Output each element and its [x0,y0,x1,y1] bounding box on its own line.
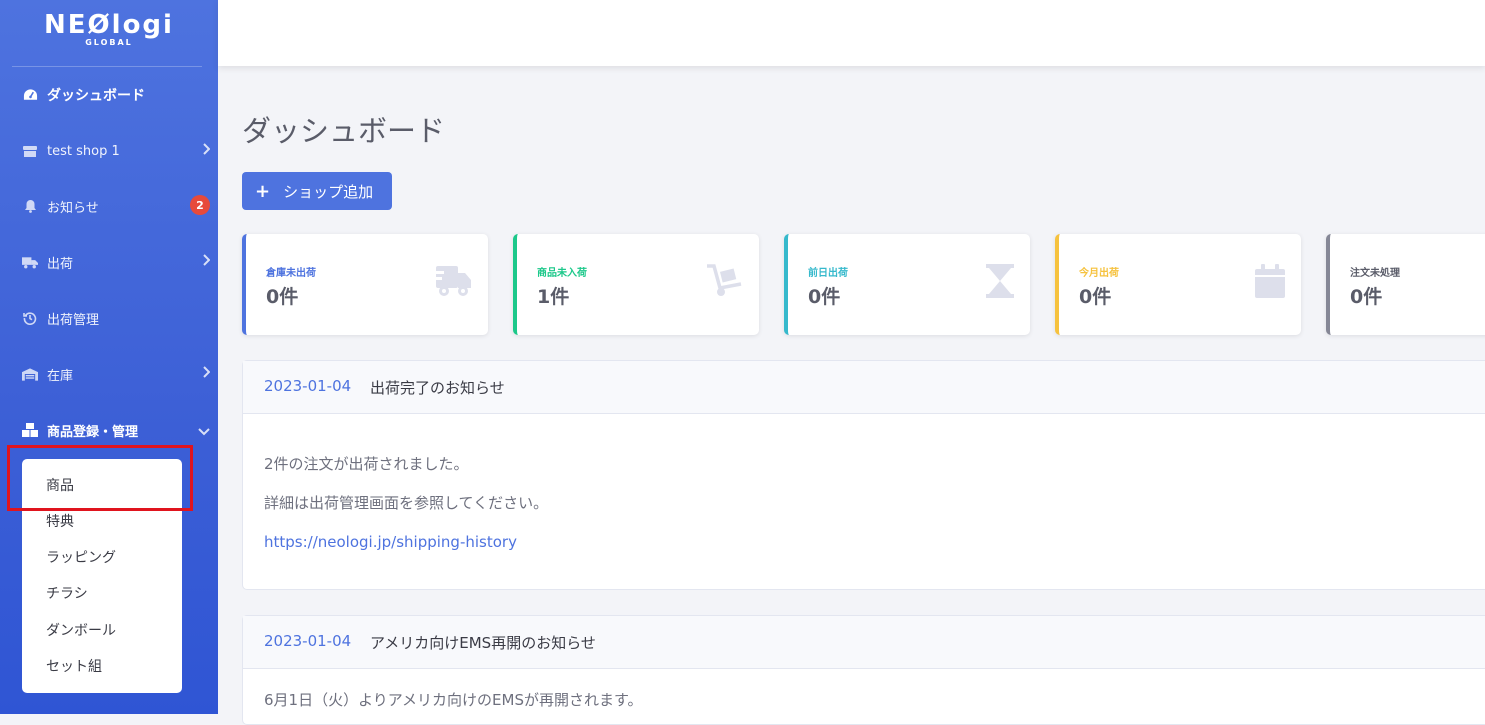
submenu-item-flyers[interactable]: チラシ [46,583,88,603]
brand-sub: GLOBAL [85,38,133,47]
stat-value: 0件 [1350,286,1383,308]
dolly-icon [705,264,743,302]
submenu-item-cardboard[interactable]: ダンボール [46,620,116,640]
truck-icon [22,256,38,269]
topbar [218,0,1485,66]
stat-label: 商品未入荷 [537,268,587,279]
sidebar-item-notices[interactable]: お知らせ 2 [0,186,218,226]
sidebar-item-label: ダッシュボード [47,88,145,104]
history-icon [22,311,38,325]
highlight-box [7,445,193,511]
news-date: 2023-01-04 [264,632,352,650]
stat-card-this-month: 今月出荷 0件 [1055,234,1301,335]
page-title: ダッシュボード [242,114,446,148]
stat-value: 0件 [266,286,299,308]
stat-value: 0件 [808,286,841,308]
sidebar-item-shop[interactable]: test shop 1 [0,131,218,171]
news-link[interactable]: https://neologi.jp/shipping-history [264,533,517,551]
news-title: アメリカ向けEMS再開のお知らせ [370,634,596,652]
news-text: 2件の注文が出荷されました。 [264,455,469,473]
sidebar-divider [12,66,202,67]
stat-label: 今月出荷 [1079,268,1119,279]
sidebar-item-dashboard[interactable]: ダッシュボード [0,75,218,115]
news-panel: 2023-01-04 アメリカ向けEMS再開のお知らせ 6月1日（火）よりアメリ… [242,615,1485,725]
stat-value: 1件 [537,286,570,308]
sidebar-item-label: 出荷 [47,256,74,272]
brand-logo[interactable]: NEØlogi GLOBAL [0,10,218,47]
sidebar-item-products[interactable]: 商品登録・管理 [0,410,218,450]
store-icon [22,145,38,158]
stat-label: 前日出荷 [808,268,848,279]
news-panel: 2023-01-04 出荷完了のお知らせ 2件の注文が出荷されました。 詳細は出… [242,360,1485,590]
news-title: 出荷完了のお知らせ [370,379,505,397]
sidebar-item-shipping-history[interactable]: 出荷管理 [0,298,218,338]
submenu-item-wrapping[interactable]: ラッピング [46,547,116,567]
submenu-item-gifts[interactable]: 特典 [46,511,74,531]
shipping-fast-icon [432,264,472,302]
chevron-right-icon [202,254,211,270]
stat-card-unshipped: 倉庫未出荷 0件 [242,234,488,335]
chevron-right-icon [202,366,211,382]
sidebar-item-inventory[interactable]: 在庫 [0,354,218,394]
hourglass-icon [986,264,1014,302]
stat-label: 倉庫未出荷 [266,268,316,279]
news-text: 6月1日（火）よりアメリカ向けのEMSが再開されます。 [264,691,643,709]
brand-name: NEØlogi [44,10,174,40]
add-shop-label: ショップ追加 [283,182,374,201]
sidebar-item-shipping[interactable]: 出荷 [0,242,218,282]
news-panel-header: 2023-01-04 出荷完了のお知らせ [243,361,1485,414]
stat-value: 0件 [1079,286,1112,308]
add-shop-button[interactable]: + ショップ追加 [242,172,392,210]
stat-card-unprocessed: 注文未処理 0件 [1326,234,1485,335]
tachometer-icon [22,88,38,102]
warehouse-icon [22,367,38,381]
notification-badge: 2 [190,195,210,215]
stat-card-not-arrived: 商品未入荷 1件 [513,234,759,335]
stat-label: 注文未処理 [1350,268,1400,279]
bell-icon [22,199,38,213]
sidebar-item-label: 商品登録・管理 [47,424,139,440]
news-date: 2023-01-04 [264,377,352,395]
news-panel-header: 2023-01-04 アメリカ向けEMS再開のお知らせ [243,616,1485,669]
chevron-down-icon [198,425,210,440]
chevron-right-icon [202,143,211,159]
sidebar-item-label: お知らせ [47,200,99,216]
sidebar-item-label: test shop 1 [47,143,120,159]
submenu-item-sets[interactable]: セット組 [46,656,102,676]
news-text: 詳細は出荷管理画面を参照してください。 [264,494,549,512]
boxes-icon [22,423,38,437]
sidebar-item-label: 出荷管理 [47,312,100,328]
sidebar: NEØlogi GLOBAL ダッシュボード test shop 1 お知らせ … [0,0,218,714]
sidebar-item-label: 在庫 [47,368,74,384]
stat-card-yesterday: 前日出荷 0件 [784,234,1030,335]
calendar-icon [1255,264,1285,302]
plus-icon: + [255,180,271,202]
